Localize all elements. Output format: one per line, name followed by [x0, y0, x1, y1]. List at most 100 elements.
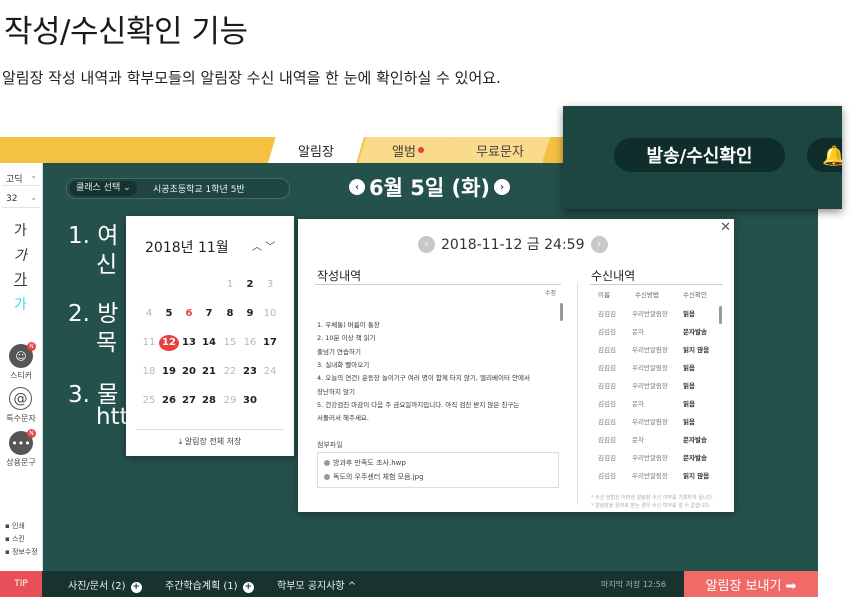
new-badge: N — [27, 342, 36, 351]
chevron-right-icon[interactable]: › — [494, 179, 511, 195]
send-receipt-button[interactable]: 발송/수신확인 — [614, 138, 785, 172]
calendar-day[interactable]: 18 — [139, 366, 159, 377]
bell-icon: 🔔 — [822, 145, 842, 167]
received-method: 우리반알림장 — [632, 382, 668, 390]
calendar-day[interactable]: 29 — [220, 395, 240, 406]
weekly-plan-label: 주간학습계획 (1) — [165, 581, 238, 592]
calendar-day[interactable]: 8 — [220, 308, 240, 319]
chevron-right-icon[interactable]: › — [590, 235, 608, 253]
skin-label: 스킨 — [11, 535, 25, 543]
chevron-up-icon[interactable]: ︿ — [252, 242, 262, 253]
chevron-down-icon[interactable]: ﹀ — [265, 242, 275, 253]
receipt-date-nav: ‹ 2018-11-12 금 24:59 › — [418, 234, 608, 254]
font-size-value: 32 — [6, 194, 18, 204]
print-option[interactable]: ▪ 인쇄 — [5, 521, 25, 531]
page-subtitle: 알림장 작성 내역과 학부모들의 알림장 수신 내역을 한 눈에 확인하실 수 … — [2, 69, 501, 87]
save-all-label: 알림장 전체 저장 — [184, 437, 242, 446]
calendar-day[interactable]: 16 — [240, 337, 260, 348]
tab-notice[interactable]: 알림장 — [268, 137, 364, 163]
calendar-day[interactable]: 1 — [220, 279, 240, 290]
color-style-button[interactable]: 가 — [14, 294, 27, 314]
calendar-day[interactable]: 14 — [199, 337, 219, 348]
tab-label: 앨범 — [392, 144, 416, 160]
calendar-day[interactable]: 17 — [260, 337, 280, 348]
editor-line-3-cont[interactable]: htt — [96, 404, 129, 430]
editor-line-1-cont[interactable]: 신 — [96, 245, 117, 279]
calendar-day[interactable]: 26 — [159, 395, 179, 406]
received-name: 김김김 — [598, 418, 616, 426]
class-selector[interactable]: 클래스 선택 ⌄ 시공초등학교 1학년 5반 — [66, 178, 290, 199]
notification-button[interactable]: 🔔 — [807, 138, 842, 172]
calendar-day[interactable]: 20 — [179, 366, 199, 377]
last-saved: 마지막 저장 12:56 — [601, 580, 666, 589]
calendar-popup: 2018년 11월 ︿ ﹀ 1 2 3 4 5 6 7 8 9 10 11 12 13 14 15 16 17 1… — [126, 216, 294, 456]
calendar-day[interactable]: 6 — [179, 308, 199, 319]
calendar-day[interactable]: 27 — [179, 395, 199, 406]
weekly-plan-button[interactable]: 주간학습계획 (1) + — [165, 577, 254, 593]
new-badge: N — [27, 429, 36, 438]
calendar-day[interactable]: 10 — [260, 308, 280, 319]
calendar-day[interactable]: 25 — [139, 395, 159, 406]
calendar-day[interactable]: 2 — [240, 279, 260, 290]
received-method: 우리반알림장 — [632, 364, 668, 372]
info-icon: ▪ — [5, 548, 10, 556]
calendar-day[interactable]: 24 — [260, 366, 280, 377]
close-icon[interactable]: ✕ — [720, 220, 731, 235]
calendar-day[interactable]: 9 — [240, 308, 260, 319]
calendar-day[interactable]: 7 — [199, 308, 219, 319]
photo-docs-button[interactable]: 사진/문서 (2) + — [68, 577, 142, 593]
font-family-value: 고딕 — [6, 175, 23, 185]
at-sign-icon[interactable]: @ — [9, 387, 32, 410]
calendar-day[interactable]: 11 — [139, 337, 159, 348]
editor-line-2-cont[interactable]: 목 — [96, 323, 117, 357]
font-size-select[interactable]: 32 ⌄ — [2, 191, 40, 208]
attachment-file[interactable]: 방과후 만족도 조사.hwp — [324, 458, 406, 468]
info-edit-option[interactable]: ▪ 정보수정 — [5, 547, 38, 557]
calendar-day[interactable]: 22 — [220, 366, 240, 377]
left-toolbar: 고딕 ⌄ 32 ⌄ 가 가 가 가 ☺ N 스티커 @ 특수문자 ••• N 상용문… — [0, 163, 43, 571]
underline-style-button[interactable]: 가 — [14, 269, 27, 289]
special-char-label: 특수문자 — [6, 414, 36, 423]
calendar-day[interactable]: 23 — [240, 366, 260, 377]
calendar-day[interactable]: 3 — [260, 279, 280, 290]
calendar-day[interactable]: 19 — [159, 366, 179, 377]
font-family-select[interactable]: 고딕 ⌄ — [2, 169, 40, 186]
calendar-day-selected[interactable]: 12 — [159, 335, 179, 351]
attachment-list: 방과후 만족도 조사.hwp 독도의 우주센터 체험 모음.jpg — [317, 452, 559, 488]
chevron-left-icon[interactable]: ‹ — [349, 179, 365, 195]
calendar-day[interactable]: 13 — [179, 337, 199, 348]
send-notice-button[interactable]: 알림장 보내기 ➡ — [684, 571, 818, 597]
tab-label: 알림장 — [298, 144, 334, 160]
class-name: 시공초등학교 1학년 5반 — [153, 185, 245, 195]
current-date[interactable]: 6월 5일 (화) — [369, 172, 490, 202]
file-name: 방과후 만족도 조사.hwp — [333, 459, 406, 467]
attachment-file[interactable]: 독도의 우주센터 체험 모음.jpg — [324, 472, 424, 482]
edit-button[interactable]: 수정 — [545, 288, 556, 297]
calendar-nav: ︿ ﹀ — [252, 238, 275, 253]
chevron-up-icon: ^ — [347, 581, 357, 592]
parent-notice-button[interactable]: 학부모 공지사항 ^ — [277, 577, 356, 592]
tip-button[interactable]: TIP — [0, 571, 42, 597]
receipt-dialog: ✕ ‹ 2018-11-12 금 24:59 › 작성내역 수정 1. 우체통)… — [298, 219, 734, 512]
calendar-day[interactable]: 30 — [240, 395, 260, 406]
scrollbar[interactable] — [719, 306, 722, 324]
italic-style-button[interactable]: 가 — [14, 245, 27, 265]
date-navigator: ‹ 6월 5일 (화) › — [349, 172, 511, 202]
chevron-left-icon[interactable]: ‹ — [418, 235, 435, 253]
class-select-button[interactable]: 클래스 선택 ⌄ — [70, 181, 137, 196]
calendar-day[interactable]: 21 — [199, 366, 219, 377]
calendar-day[interactable]: 4 — [139, 308, 159, 319]
calendar-day[interactable]: 15 — [220, 337, 240, 348]
skin-option[interactable]: ▪ 스킨 — [5, 534, 25, 544]
calendar-day[interactable]: 5 — [159, 308, 179, 319]
save-all-button[interactable]: ⤓ 알림장 전체 저장 — [136, 429, 284, 447]
tab-free-sms[interactable]: 무료문자 — [450, 137, 550, 163]
written-title: 작성내역 — [317, 269, 362, 283]
tab-album[interactable]: 앨범 — [358, 137, 458, 163]
written-line: 2. 10분 이상 책 읽기 — [317, 334, 376, 342]
written-line: 장난하지 않기 — [317, 388, 355, 396]
scrollbar[interactable] — [560, 303, 563, 321]
bold-style-button[interactable]: 가 — [14, 220, 27, 240]
parent-notice-label: 학부모 공지사항 — [277, 581, 345, 592]
calendar-day[interactable]: 28 — [199, 395, 219, 406]
